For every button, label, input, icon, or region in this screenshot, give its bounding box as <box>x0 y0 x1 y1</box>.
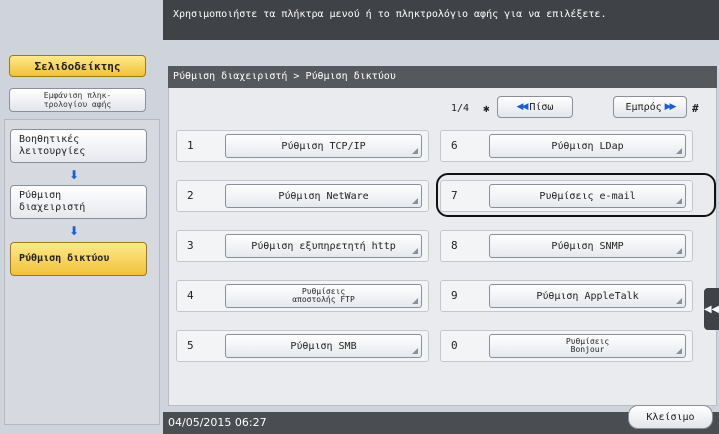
snmp-settings-button[interactable]: Ρύθμιση SNMP <box>489 234 686 258</box>
bookmark-button[interactable]: Σελιδοδείκτης <box>9 55 146 77</box>
option-row: 9 Ρύθμιση AppleTalk <box>440 280 693 312</box>
arrow-down-icon: ⬇ <box>68 168 80 182</box>
option-row: 3 Ρύθμιση εξυπηρετητή http <box>176 230 429 262</box>
smb-settings-button[interactable]: Ρύθμιση SMB <box>225 334 422 358</box>
tcpip-settings-button[interactable]: Ρύθμιση TCP/IP <box>225 134 422 158</box>
option-row: 8 Ρύθμιση SNMP <box>440 230 693 262</box>
nav-item-admin-settings[interactable]: Ρύθμιση διαχειριστή <box>10 185 147 219</box>
close-button[interactable]: Κλείσιμο <box>628 405 713 429</box>
http-server-settings-button[interactable]: Ρύθμιση εξυπηρετητή http <box>225 234 422 258</box>
keypad-label: Εμφάνιση πληκ- τρολογίου αφής <box>43 91 112 109</box>
option-number: 3 <box>187 239 194 252</box>
page-counter: 1/4 <box>451 103 470 114</box>
option-number: 1 <box>187 139 194 152</box>
double-chevron-left-icon: ◀◀ <box>703 303 719 315</box>
option-label: Ρύθμιση SNMP <box>551 240 624 252</box>
netware-settings-button[interactable]: Ρύθμιση NetWare <box>225 184 422 208</box>
arrow-down-icon: ⬇ <box>68 224 80 238</box>
option-label: Ρύθμιση LDap <box>551 140 624 152</box>
highlight-ring <box>436 173 716 217</box>
next-page-button[interactable]: Εμπρός ▶▶ <box>613 96 687 118</box>
hash-icon: # <box>692 102 699 115</box>
option-row: 1 Ρύθμιση TCP/IP <box>176 130 429 162</box>
option-row: 2 Ρύθμιση NetWare <box>176 180 429 212</box>
option-label: Ρυθμίσεις Bonjour <box>565 337 610 354</box>
option-row: 4 Ρυθμίσεις αποστολής FTP <box>176 280 429 312</box>
side-panel-tab[interactable]: ◀◀ <box>704 288 719 330</box>
option-number: 8 <box>451 239 458 252</box>
header-bar: Χρησιμοποιήστε τα πλήκτρα μενού ή το πλη… <box>163 0 719 40</box>
nav-item-network-settings[interactable]: Ρύθμιση δικτύου <box>10 242 147 276</box>
double-chevron-left-icon: ◀◀ <box>516 102 529 112</box>
option-label: Ρυθμίσεις αποστολής FTP <box>292 287 355 304</box>
breadcrumb: Ρύθμιση διαχειριστή > Ρύθμιση δικτύου <box>168 66 717 88</box>
option-number: 0 <box>451 339 458 352</box>
bookmark-label: Σελιδοδείκτης <box>34 59 121 73</box>
star-icon: ✱ <box>483 102 490 115</box>
option-number: 6 <box>451 139 458 152</box>
option-label: Ρύθμιση TCP/IP <box>281 140 366 152</box>
nav-item-label: Ρύθμιση δικτύου <box>19 253 110 264</box>
ldap-settings-button[interactable]: Ρύθμιση LDap <box>489 134 686 158</box>
option-number: 9 <box>451 289 458 302</box>
date-time: 04/05/2015 06:27 <box>168 416 267 429</box>
menu-path-list: Βοηθητικές λειτουργίες ⬇ Ρύθμιση διαχειρ… <box>4 119 160 425</box>
nav-item-label: Ρύθμιση διαχειριστή <box>19 190 86 213</box>
ftp-tx-settings-button[interactable]: Ρυθμίσεις αποστολής FTP <box>225 284 422 308</box>
show-keypad-button[interactable]: Εμφάνιση πληκ- τρολογίου αφής <box>9 88 146 112</box>
option-number: 4 <box>187 289 194 302</box>
option-number: 2 <box>187 189 194 202</box>
option-number: 5 <box>187 339 194 352</box>
nav-item-label: Βοηθητικές λειτουργίες <box>19 134 86 157</box>
prev-page-button[interactable]: ◀◀ Πίσω <box>497 96 573 118</box>
option-label: Ρύθμιση SMB <box>290 340 357 352</box>
nav-item-utility[interactable]: Βοηθητικές λειτουργίες <box>10 129 147 163</box>
double-chevron-right-icon: ▶▶ <box>664 102 677 112</box>
bonjour-settings-button[interactable]: Ρυθμίσεις Bonjour <box>489 334 686 358</box>
option-row: 5 Ρύθμιση SMB <box>176 330 429 362</box>
option-label: Ρύθμιση εξυπηρετητή http <box>251 240 396 252</box>
instruction-message: Χρησιμοποιήστε τα πλήκτρα μενού ή το πλη… <box>173 9 607 20</box>
option-row: 0 Ρυθμίσεις Bonjour <box>440 330 693 362</box>
option-label: Ρύθμιση NetWare <box>278 190 369 202</box>
option-label: Ρύθμιση AppleTalk <box>536 290 639 302</box>
close-label: Κλείσιμο <box>646 411 695 423</box>
appletalk-settings-button[interactable]: Ρύθμιση AppleTalk <box>489 284 686 308</box>
prev-label: Πίσω <box>529 101 554 113</box>
next-label: Εμπρός <box>625 101 662 113</box>
option-row: 6 Ρύθμιση LDap <box>440 130 693 162</box>
